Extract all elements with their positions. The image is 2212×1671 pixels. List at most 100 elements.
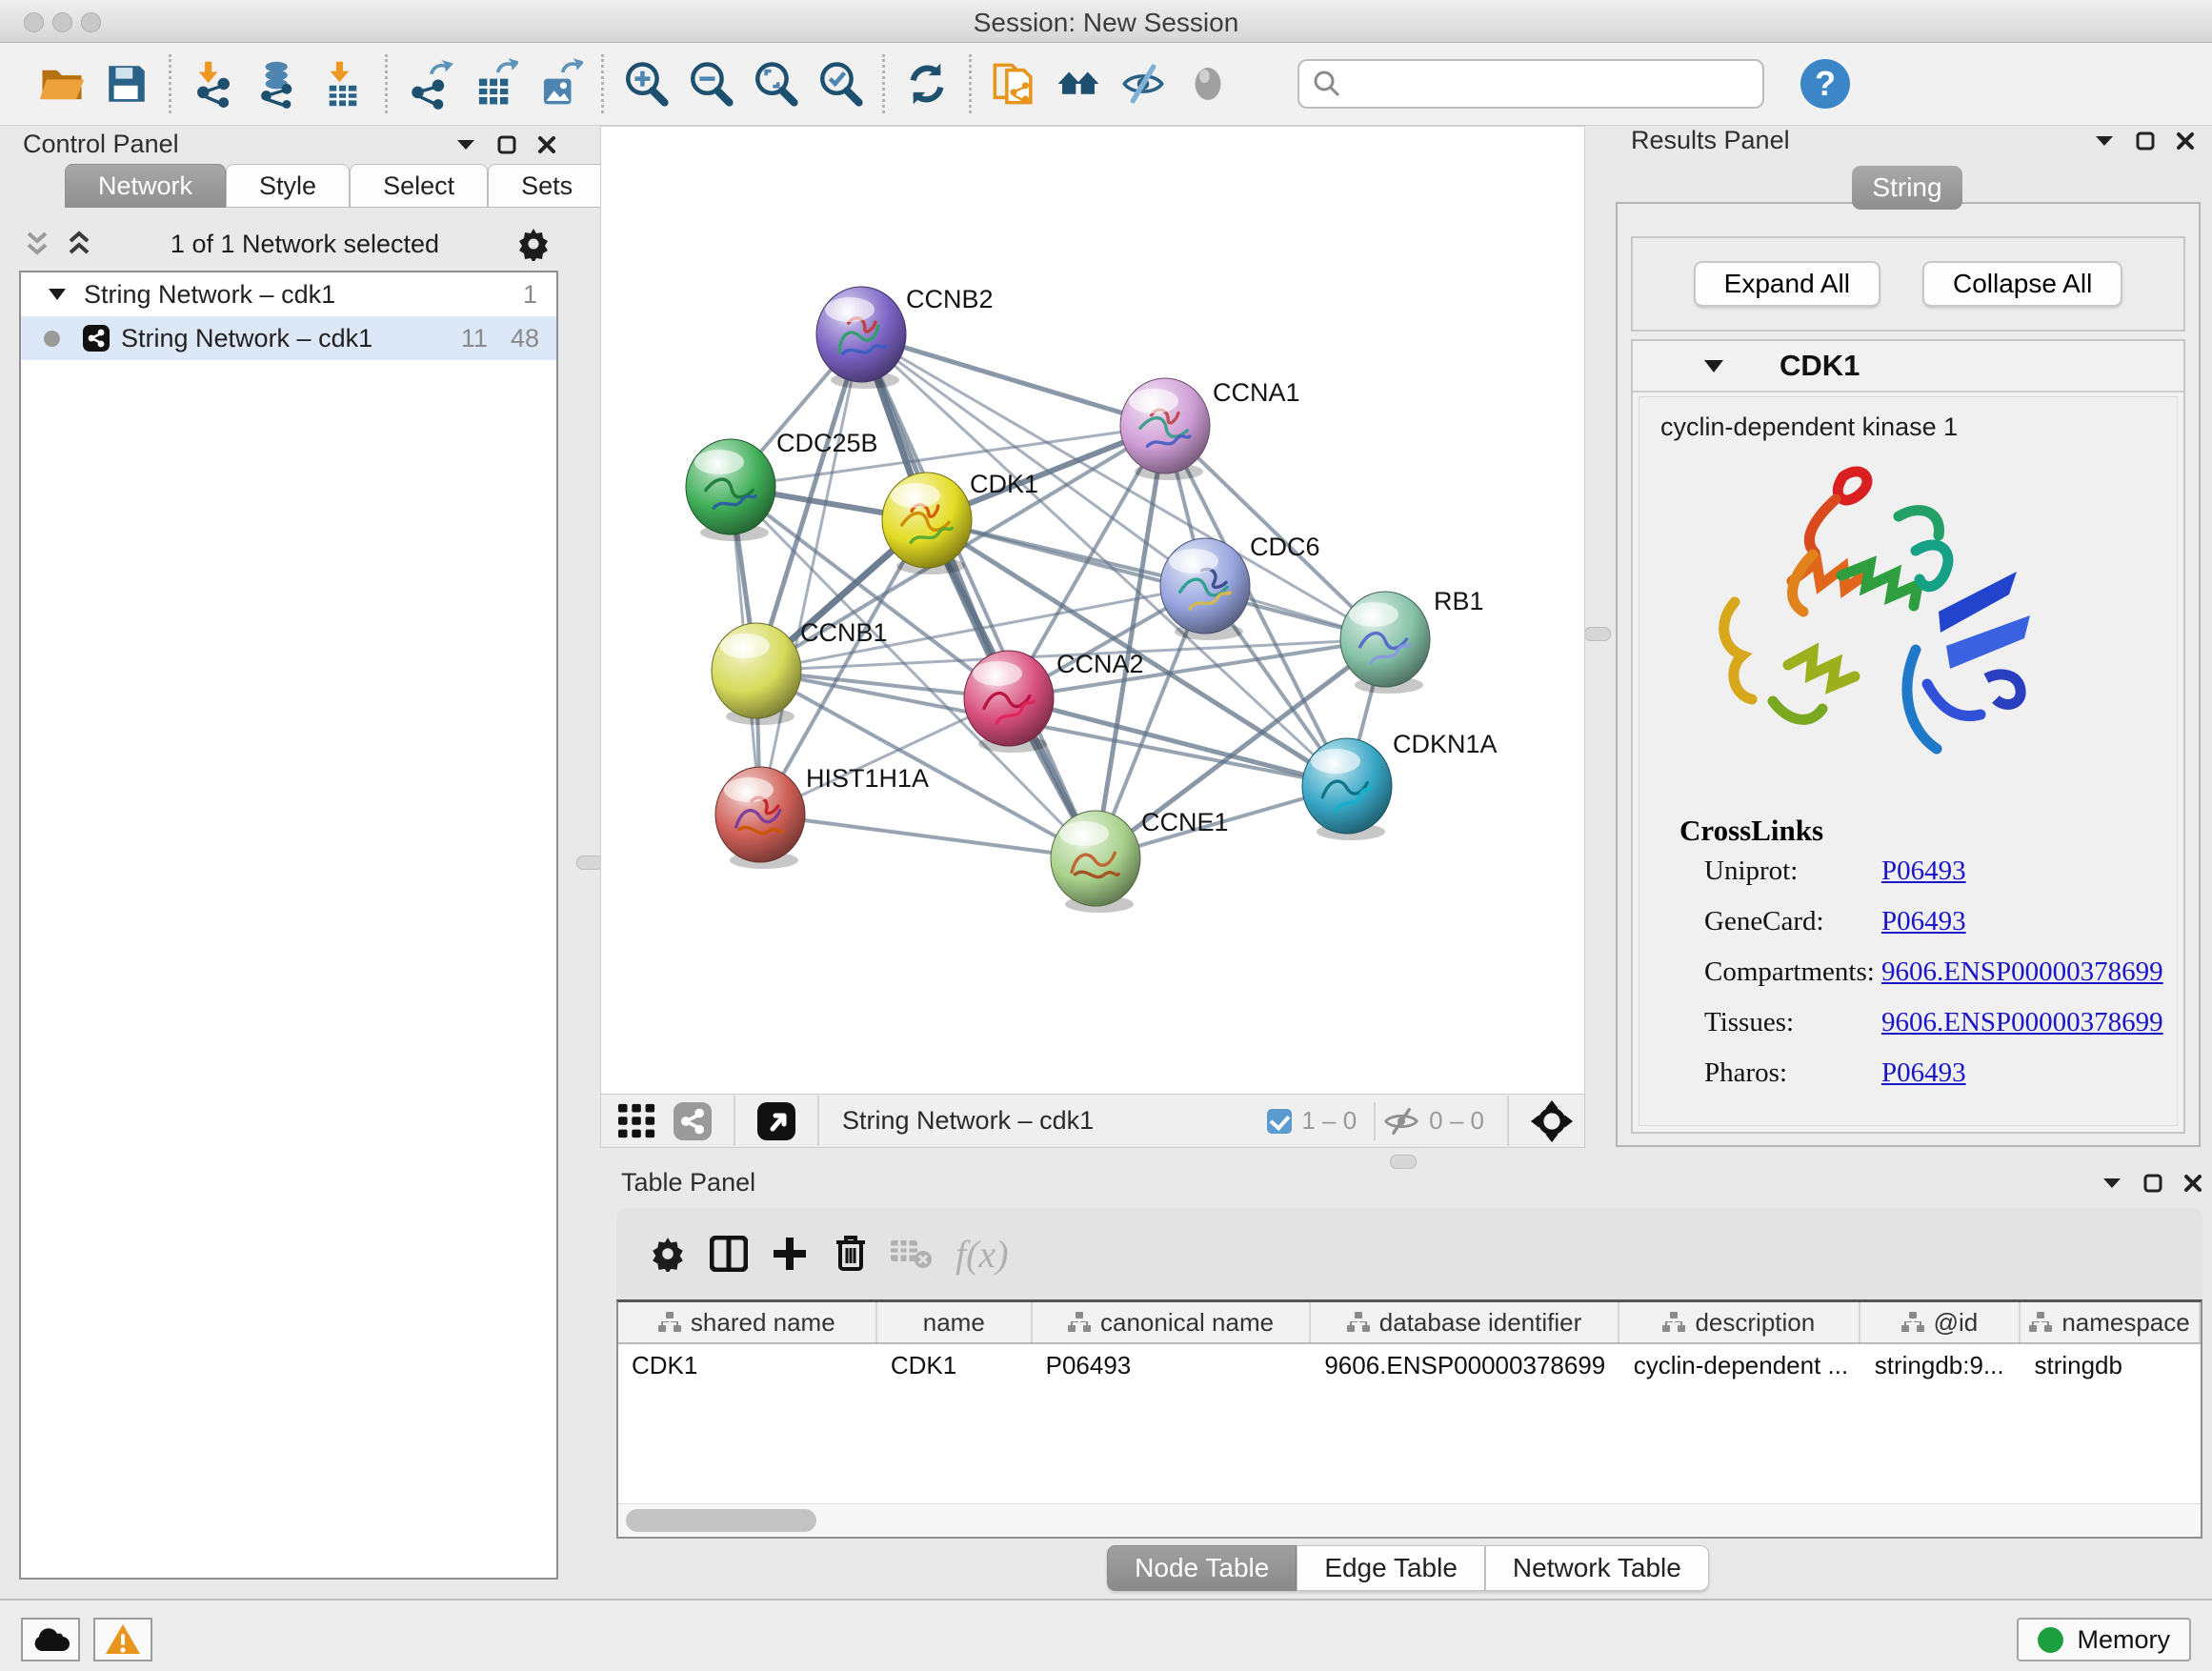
network-collection-row[interactable]: String Network – cdk1 1 [21,272,556,316]
collapse-all-icon[interactable] [23,230,51,258]
refresh-view-icon[interactable] [897,53,956,114]
node-CCNA1[interactable]: CCNA1 [1120,378,1300,480]
collapse-all-button[interactable]: Collapse All [1922,261,2122,307]
node-RB1[interactable]: RB1 [1340,587,1484,694]
column-header--id[interactable]: @id [1860,1302,2021,1342]
edge-HIST1H1A-CCNE1[interactable] [760,815,1096,858]
network-options-gear-icon[interactable] [516,227,551,261]
import-table-icon[interactable] [313,53,372,114]
zoom-selected-icon[interactable] [811,53,870,114]
zoom-fit-icon[interactable] [746,53,805,114]
column-header-shared-name[interactable]: shared name [618,1302,877,1342]
delete-column-icon[interactable] [820,1223,881,1284]
export-network-icon[interactable] [400,53,459,114]
panel-float-icon[interactable] [2143,1174,2162,1193]
export-image-icon[interactable] [530,53,589,114]
column-header-name[interactable]: name [877,1302,1033,1342]
show-columns-icon[interactable] [698,1223,759,1284]
cell-name[interactable]: CDK1 [877,1351,1033,1380]
table-options-gear-icon[interactable] [637,1223,698,1284]
panel-menu-icon[interactable] [2094,134,2115,148]
table-horizontal-scrollbar[interactable] [618,1503,2201,1537]
crosslink-value-link[interactable]: 9606.ENSP00000378699 [1881,956,2163,988]
home-icon[interactable] [1049,53,1108,114]
memory-button[interactable]: Memory [2017,1618,2191,1661]
tab-network[interactable]: Network [65,164,226,208]
birds-eye-view-icon[interactable] [752,1091,801,1152]
cell-canonical-name[interactable]: P06493 [1033,1351,1312,1380]
section-collapse-icon[interactable] [1703,359,1724,373]
crosslink-value-link[interactable]: 9606.ENSP00000378699 [1881,1007,2163,1038]
tab-network-table[interactable]: Network Table [1485,1545,1709,1591]
panel-close-icon[interactable] [2183,1174,2202,1193]
left-splitter-handle[interactable] [576,856,603,870]
fit-selected-crosshair-icon[interactable] [1525,1091,1579,1152]
zoom-out-icon[interactable] [681,53,740,114]
scrollbar-thumb[interactable] [626,1509,816,1532]
panel-close-icon[interactable] [537,135,556,154]
node-label-CDC25B: CDC25B [776,429,878,457]
edge-CCNB2-CCNA1[interactable] [861,334,1165,426]
add-column-icon[interactable] [759,1223,820,1284]
right-splitter-handle[interactable] [1584,627,1611,641]
cell-namespace[interactable]: stringdb [2021,1351,2201,1380]
control-panel: Control Panel Network Style Select Sets … [10,126,564,1593]
expand-all-button[interactable]: Expand All [1694,261,1880,307]
network-row[interactable]: String Network – cdk1 11 48 [21,316,556,360]
column-header-description[interactable]: description [1619,1302,1860,1342]
column-header-canonical-name[interactable]: canonical name [1033,1302,1311,1342]
hide-graphics-details-icon[interactable] [1114,53,1173,114]
crosslink-value-link[interactable]: P06493 [1881,906,1966,937]
column-header-namespace[interactable]: namespace [2021,1302,2201,1342]
tab-edge-table[interactable]: Edge Table [1297,1545,1485,1591]
help-icon[interactable]: ? [1800,59,1850,109]
network-graph[interactable]: CCNB2CCNA1CDC25BCDK1CDC6RB1CCNB1CCNA2CDK… [601,127,1582,1093]
crosslink-value-link[interactable]: P06493 [1881,856,1966,887]
cell-shared-name[interactable]: CDK1 [618,1351,877,1380]
warning-icon[interactable] [93,1618,152,1661]
save-session-icon[interactable] [97,53,156,114]
cell-database-identifier[interactable]: 9606.ENSP00000378699 [1311,1351,1619,1380]
export-table-icon[interactable] [465,53,524,114]
import-network-database-icon[interactable] [249,53,308,114]
panel-float-icon[interactable] [2136,131,2155,151]
current-network-title: String Network – cdk1 [842,1106,1267,1136]
node-CCNB1[interactable]: CCNB1 [712,618,888,725]
show-graphics-details-icon[interactable] [1178,53,1237,114]
network-canvas[interactable]: CCNB2CCNA1CDC25BCDK1CDC6RB1CCNB1CCNA2CDK… [600,126,1585,1096]
grid-view-icon[interactable] [613,1091,662,1152]
panel-menu-icon[interactable] [2101,1177,2122,1190]
gene-section-header[interactable]: CDK1 [1633,341,2183,393]
tab-style[interactable]: Style [226,164,350,208]
tab-string[interactable]: String [1852,166,1962,210]
string-import-icon[interactable] [984,53,1043,114]
hidden-eye-slash-icon[interactable] [1383,1107,1419,1136]
node-CDKN1A[interactable]: CDKN1A [1302,730,1498,840]
column-header-database-identifier[interactable]: database identifier [1311,1302,1619,1342]
function-builder-icon[interactable]: f(x) [955,1232,1009,1277]
delete-table-icon[interactable] [881,1223,942,1284]
crosslink-value-link[interactable]: P06493 [1881,1057,1966,1089]
selected-nodes-checkbox[interactable] [1267,1109,1292,1134]
panel-menu-icon[interactable] [455,138,476,151]
gene-description: cyclin-dependent kinase 1 [1660,413,2177,442]
shared-column-icon [1662,1312,1685,1333]
table-row[interactable]: CDK1CDK1P064939606.ENSP00000378699cyclin… [618,1344,2201,1386]
cell-description[interactable]: cyclin-dependent ... [1620,1351,1861,1380]
cell--id[interactable]: stringdb:9... [1861,1351,2021,1380]
node-HIST1H1A[interactable]: HIST1H1A [715,764,929,869]
collection-expander-icon[interactable] [48,288,67,301]
tab-node-table[interactable]: Node Table [1107,1545,1297,1591]
expand-all-icon[interactable] [65,230,93,258]
application-window: Session: New Session [0,0,2212,1671]
tab-sets[interactable]: Sets [488,164,606,208]
panel-close-icon[interactable] [2176,131,2195,151]
cloud-status-icon[interactable] [21,1618,80,1661]
open-session-icon[interactable] [32,53,91,114]
zoom-in-icon[interactable] [616,53,675,114]
import-network-file-icon[interactable] [184,53,243,114]
tab-select[interactable]: Select [350,164,488,208]
search-input[interactable] [1351,64,1762,104]
string-view-icon[interactable] [668,1091,717,1152]
panel-float-icon[interactable] [497,135,516,154]
